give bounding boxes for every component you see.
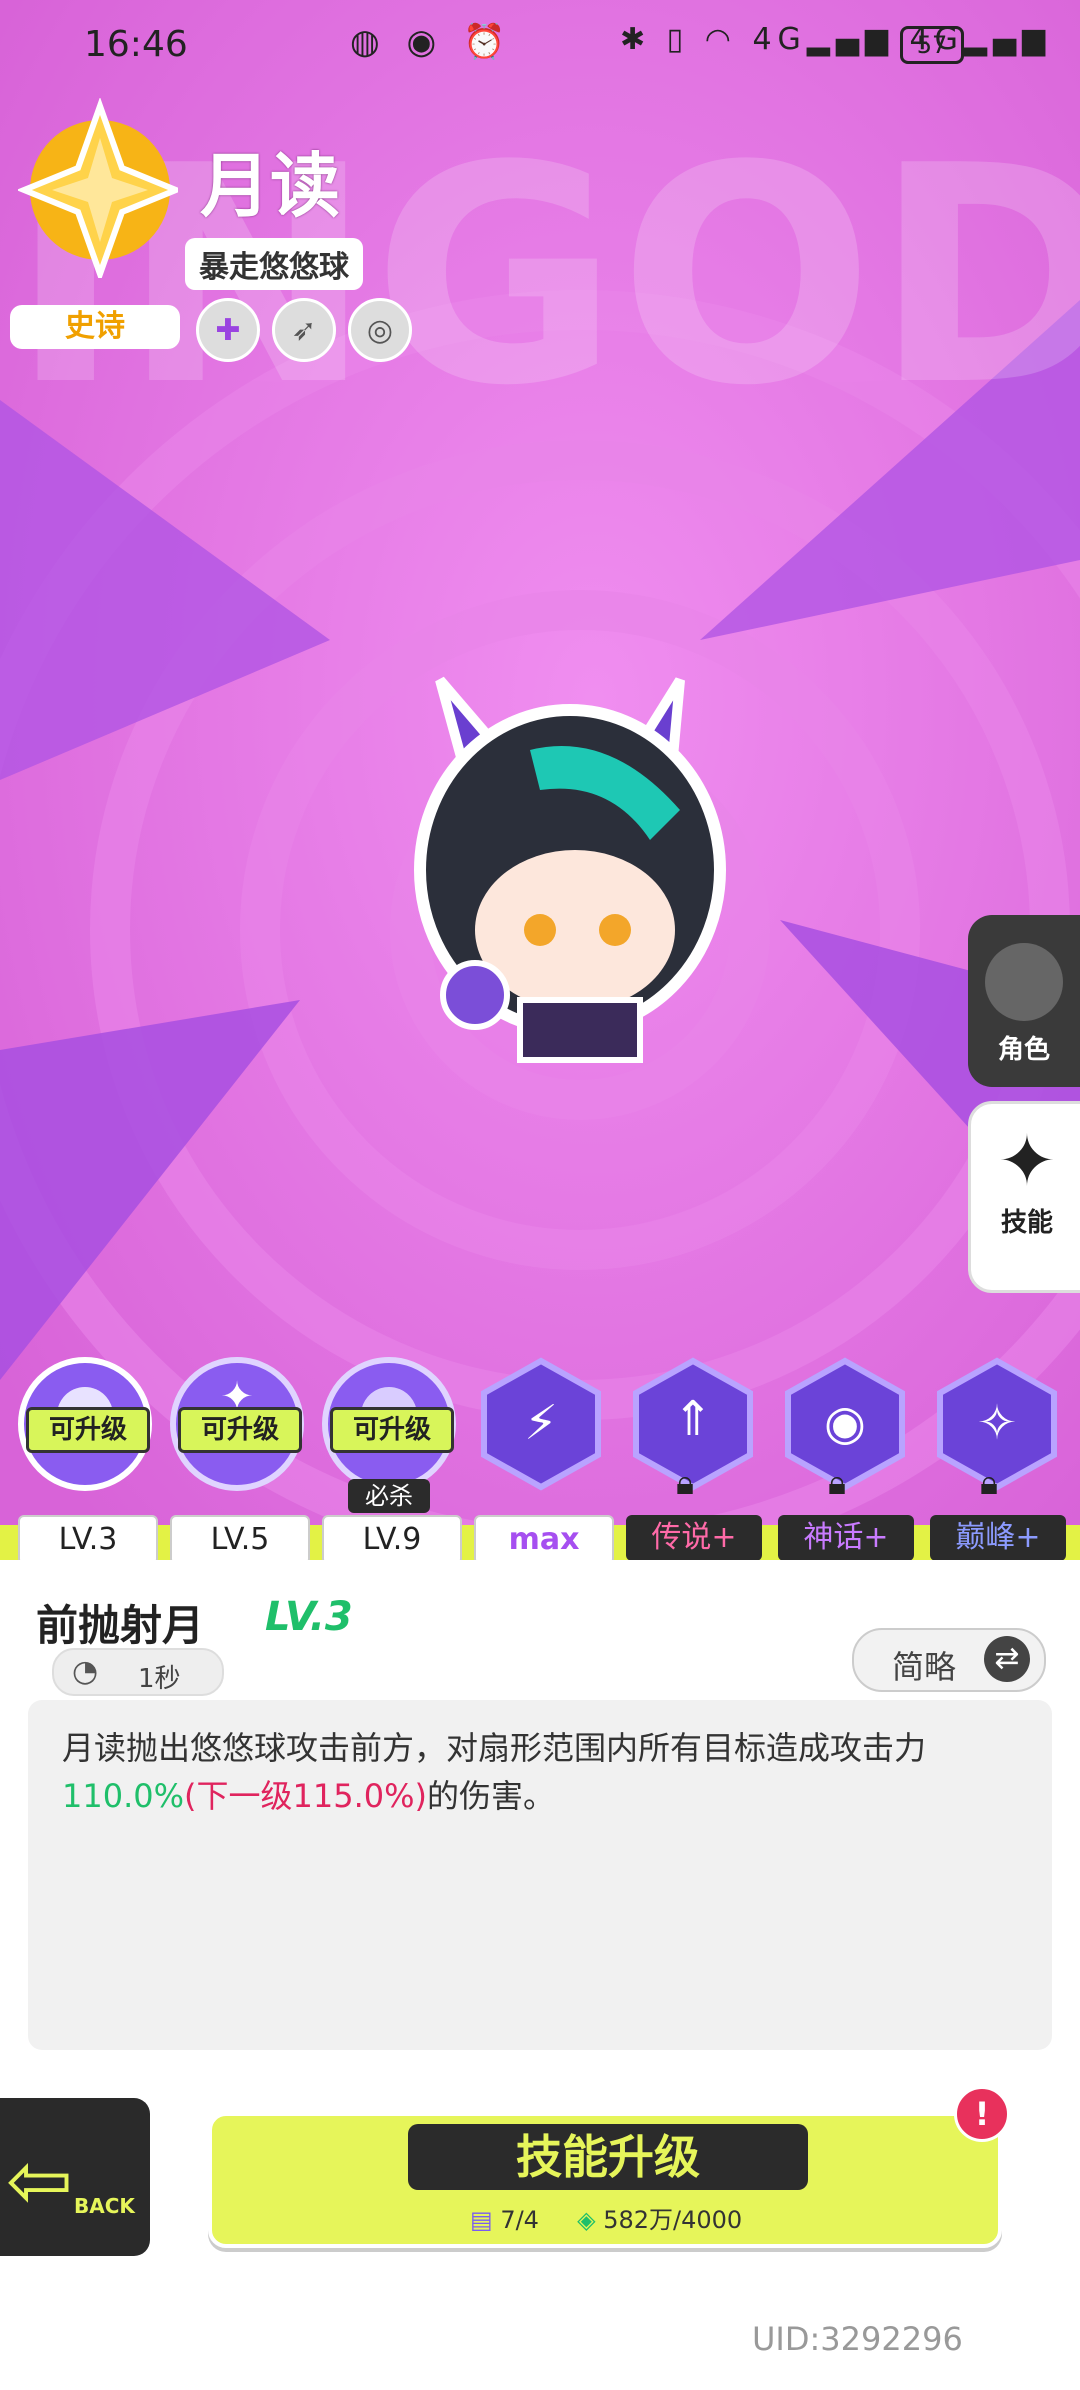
skill-slot-7[interactable]: ✧ 🔒︎ bbox=[928, 1355, 1066, 1503]
upgradable-badge: 可升级 bbox=[26, 1407, 150, 1453]
skill-description-box: 月读抛出悠悠球攻击前方，对扇形范围内所有目标造成攻击力 110.0%(下一级115… bbox=[28, 1700, 1052, 2050]
tab-skills[interactable]: ✦ 技能 bbox=[968, 1101, 1080, 1293]
side-tabs: 角色 ✦ 技能 bbox=[968, 915, 1080, 1293]
upgradable-badge: 可升级 bbox=[178, 1407, 302, 1453]
uid-label: UID:3292296 bbox=[752, 2320, 963, 2358]
tab-character-label: 角色 bbox=[997, 1035, 1050, 1065]
status-time: 16:46 bbox=[84, 24, 188, 65]
skill-book-icon: ▤ bbox=[470, 2206, 493, 2234]
skill-level-5: 传说+ bbox=[626, 1515, 762, 1561]
skill-level-2: LV.5 bbox=[170, 1515, 310, 1565]
network-label-1: 4G bbox=[752, 22, 807, 57]
upgrade-cost: ▤ 7/4 ◈ 582万/4000 bbox=[470, 2200, 742, 2235]
rarity-tag: 史诗 bbox=[10, 305, 180, 349]
skill-slot-5[interactable]: ⇑ 🔒︎ bbox=[624, 1355, 762, 1503]
skill-slot-6[interactable]: ◉ 🔒︎ bbox=[776, 1355, 914, 1503]
swap-icon: ⇄ bbox=[984, 1636, 1030, 1682]
desc-suffix: 的伤害。 bbox=[427, 1777, 556, 1815]
skill-slot-1[interactable]: 可升级 bbox=[16, 1355, 154, 1493]
desc-current-value: 110.0% bbox=[62, 1777, 185, 1815]
skill-level-7: 巅峰+ bbox=[930, 1515, 1066, 1561]
weapon-tag: 暴走悠悠球 bbox=[185, 238, 363, 290]
svg-text:⇑: ⇑ bbox=[673, 1391, 713, 1447]
coin-icon: ◈ bbox=[577, 2206, 596, 2234]
character-name: 月读 bbox=[200, 145, 340, 227]
back-label: BACK bbox=[74, 2194, 135, 2218]
sword-trait-icon[interactable]: ➶ bbox=[272, 298, 336, 362]
clock-icon: ◔ bbox=[72, 1654, 99, 1689]
status-signal-icons: ✱ ▯ ◠ 4G▂▄▆ 4G▂▄▆ bbox=[620, 22, 1052, 57]
back-arrow-icon: ⇦ bbox=[6, 2134, 74, 2227]
desc-next-value: (下一级115.0%) bbox=[184, 1777, 428, 1815]
skill-slot-3[interactable]: 可升级 必杀 bbox=[320, 1355, 458, 1513]
skill-level: LV.3 bbox=[265, 1594, 353, 1640]
rarity-star-icon bbox=[18, 98, 178, 278]
ultimate-tag: 必杀 bbox=[348, 1479, 430, 1513]
brief-toggle-button[interactable]: 简略 ⇄ bbox=[852, 1628, 1046, 1692]
cooldown-pill: ◔ 1秒 bbox=[52, 1648, 224, 1696]
lock-icon: 🔒︎ bbox=[676, 1463, 695, 1503]
skill-icon-4: ⚡ bbox=[481, 1357, 601, 1491]
brief-toggle-label: 简略 bbox=[892, 1648, 957, 1686]
svg-text:✧: ✧ bbox=[977, 1395, 1017, 1451]
upgrade-label: 技能升级 bbox=[408, 2124, 808, 2190]
alert-badge: ! bbox=[954, 2086, 1010, 2142]
coin-count: 582万/4000 bbox=[603, 2206, 743, 2234]
skill-level-1: LV.3 bbox=[18, 1515, 158, 1565]
lock-icon: 🔒︎ bbox=[980, 1463, 999, 1503]
skill-description: 月读抛出悠悠球攻击前方，对扇形范围内所有目标造成攻击力 110.0%(下一级115… bbox=[62, 1724, 1022, 1820]
upgradable-badge: 可升级 bbox=[330, 1407, 454, 1453]
puzzle-trait-icon[interactable]: ✚ bbox=[196, 298, 260, 362]
status-notification-icons: ◍ ◉ ⏰ bbox=[350, 22, 514, 62]
skill-slot-2[interactable]: ✦ 可升级 bbox=[168, 1355, 306, 1493]
back-button[interactable]: ⇦ BACK bbox=[0, 2098, 150, 2256]
battery-icon: 57 bbox=[900, 26, 964, 64]
character-portrait[interactable] bbox=[380, 640, 760, 1090]
tab-character[interactable]: 角色 bbox=[968, 915, 1080, 1087]
avatar-icon bbox=[985, 943, 1063, 1021]
skill-slot-4[interactable]: ⚡ bbox=[472, 1355, 610, 1493]
lock-icon: 🔒︎ bbox=[828, 1463, 847, 1503]
status-bar: 16:46 ◍ ◉ ⏰ ✱ ▯ ◠ 4G▂▄▆ 4G▂▄▆ 57 bbox=[0, 0, 1080, 90]
desc-prefix: 月读抛出悠悠球攻击前方，对扇形范围内所有目标造成攻击力 bbox=[62, 1729, 927, 1767]
skill-level-6: 神话+ bbox=[778, 1515, 914, 1561]
skill-upgrade-button[interactable]: 技能升级 ▤ 7/4 ◈ 582万/4000 bbox=[208, 2112, 1002, 2248]
skill-name: 前抛射月 bbox=[36, 1601, 205, 1650]
svg-text:◉: ◉ bbox=[824, 1395, 866, 1451]
tab-skills-label: 技能 bbox=[1000, 1208, 1053, 1238]
cooldown-text: 1秒 bbox=[138, 1664, 181, 1694]
skill-book-count: 7/4 bbox=[500, 2206, 539, 2234]
sparkle-icon: ✦ bbox=[997, 1120, 1057, 1202]
yoyo-trait-icon[interactable]: ◎ bbox=[348, 298, 412, 362]
skill-level-4: max bbox=[474, 1515, 614, 1565]
svg-text:⚡: ⚡ bbox=[524, 1395, 558, 1451]
skill-level-3: LV.9 bbox=[322, 1515, 462, 1565]
